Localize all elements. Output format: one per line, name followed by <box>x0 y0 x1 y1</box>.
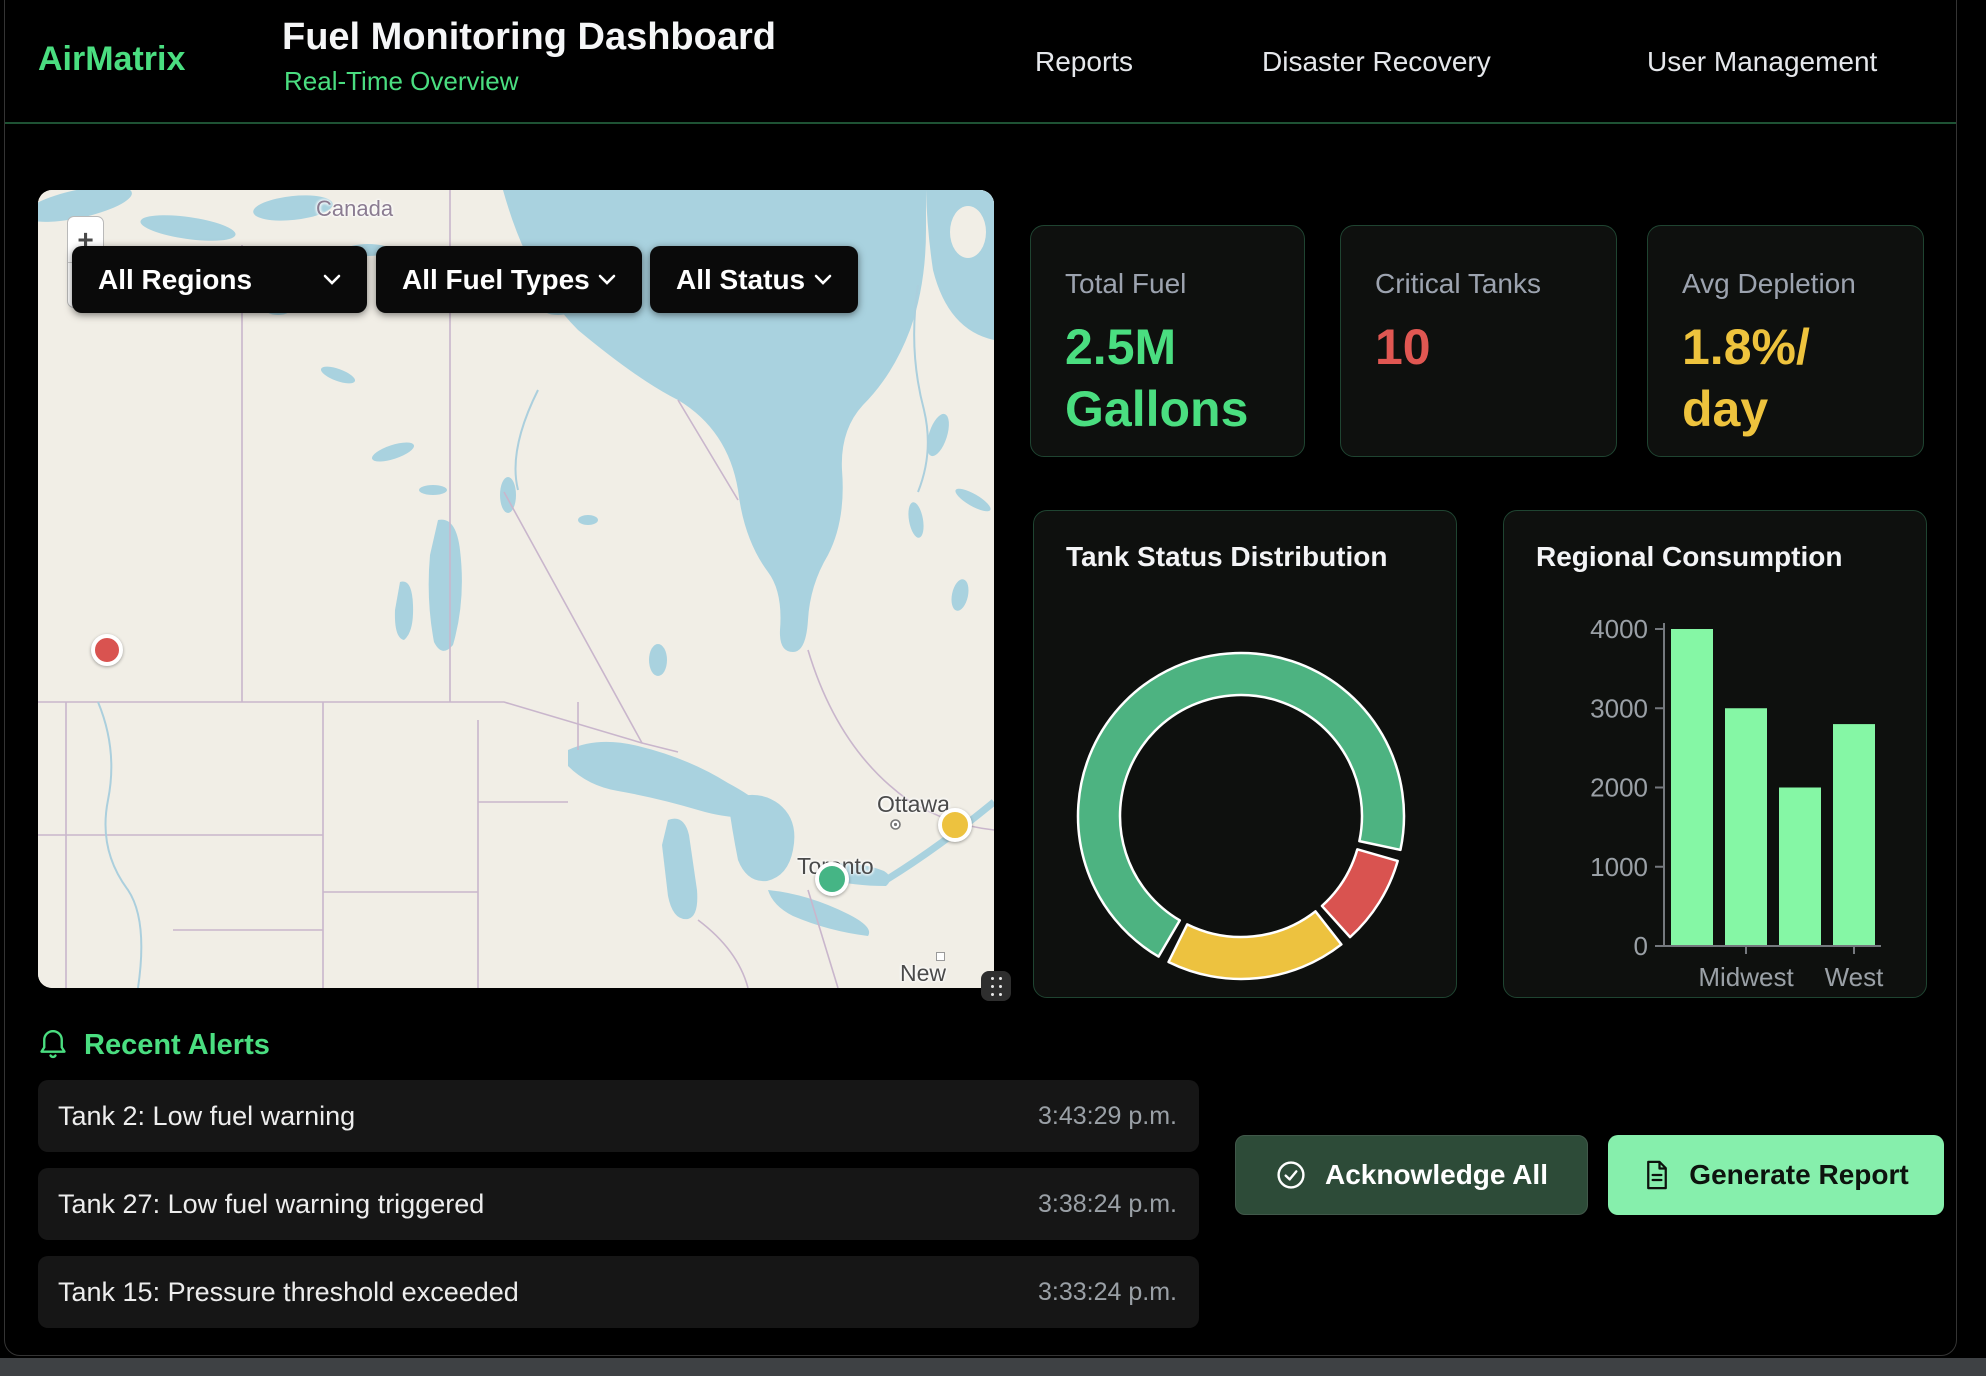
svg-text:0: 0 <box>1634 931 1648 961</box>
tank-status-donut-chart <box>1034 511 1458 999</box>
new-york-town-icon <box>936 952 945 961</box>
svg-text:2000: 2000 <box>1590 773 1648 803</box>
nav-user-management[interactable]: User Management <box>1647 46 1877 78</box>
chevron-down-icon <box>598 274 616 285</box>
alert-text: Tank 2: Low fuel warning <box>58 1101 355 1132</box>
kpi-value: 10 <box>1375 316 1616 378</box>
bell-icon <box>38 1026 68 1060</box>
status-filter-dropdown[interactable]: All Status <box>650 246 858 313</box>
regional-consumption-panel: Regional Consumption 0 1000 2000 3000 4000 Mi… <box>1503 510 1927 998</box>
kpi-label: Total Fuel <box>1065 268 1304 300</box>
kpi-critical-tanks: Critical Tanks 10 <box>1340 225 1617 457</box>
regional-consumption-bar-chart: 0 1000 2000 3000 4000 Midwest West <box>1504 511 1928 999</box>
kpi-label: Avg Depletion <box>1682 268 1923 300</box>
region-filter-value: All Regions <box>98 264 252 296</box>
tank-map[interactable]: Canada Ottawa Toronto New York + − All R… <box>38 190 994 988</box>
alert-text: Tank 15: Pressure threshold exceeded <box>58 1277 519 1308</box>
button-label: Acknowledge All <box>1325 1159 1548 1191</box>
svg-text:Midwest: Midwest <box>1698 962 1794 992</box>
alert-timestamp: 3:33:24 p.m. <box>1038 1278 1177 1307</box>
kpi-avg-depletion: Avg Depletion 1.8%/ day <box>1647 225 1924 457</box>
ottawa-town-icon <box>889 818 902 831</box>
kpi-total-fuel: Total Fuel 2.5M Gallons <box>1030 225 1305 457</box>
alert-timestamp: 3:38:24 p.m. <box>1038 1190 1177 1219</box>
region-filter-dropdown[interactable]: All Regions <box>72 246 367 313</box>
kpi-value: 1.8%/ day <box>1682 316 1923 440</box>
chevron-down-icon <box>323 274 341 285</box>
nav-reports[interactable]: Reports <box>1035 46 1133 78</box>
map-label-canada: Canada <box>316 196 393 222</box>
tank-marker-normal[interactable] <box>815 862 849 896</box>
svg-text:1000: 1000 <box>1590 852 1648 882</box>
kpi-value: 2.5M Gallons <box>1065 316 1304 440</box>
generate-report-button[interactable]: Generate Report <box>1608 1135 1944 1215</box>
tank-marker-warning[interactable] <box>938 808 972 842</box>
alert-row[interactable]: Tank 2: Low fuel warning 3:43:29 p.m. <box>38 1080 1199 1152</box>
tank-marker-critical[interactable] <box>91 634 123 666</box>
alert-text: Tank 27: Low fuel warning triggered <box>58 1189 484 1220</box>
alert-timestamp: 3:43:29 p.m. <box>1038 1102 1177 1131</box>
acknowledge-all-button[interactable]: Acknowledge All <box>1235 1135 1588 1215</box>
svg-text:4000: 4000 <box>1590 614 1648 644</box>
alert-row[interactable]: Tank 15: Pressure threshold exceeded 3:3… <box>38 1256 1199 1328</box>
alert-row[interactable]: Tank 27: Low fuel warning triggered 3:38… <box>38 1168 1199 1240</box>
app-logo: AirMatrix <box>38 40 185 79</box>
header-divider <box>4 122 1957 124</box>
svg-text:3000: 3000 <box>1590 693 1648 723</box>
nav-disaster-recovery[interactable]: Disaster Recovery <box>1262 46 1491 78</box>
map-label-ottawa: Ottawa <box>877 791 950 818</box>
page-title: Fuel Monitoring Dashboard <box>282 16 776 59</box>
panel-title: Tank Status Distribution <box>1066 541 1388 573</box>
kpi-label: Critical Tanks <box>1375 268 1616 300</box>
page-subtitle: Real-Time Overview <box>284 66 519 97</box>
map-resize-handle[interactable] <box>981 971 1011 1001</box>
map-label-new-york: New York <box>900 960 994 988</box>
circle-check-icon <box>1275 1159 1307 1191</box>
tank-status-panel: Tank Status Distribution <box>1033 510 1457 998</box>
status-filter-value: All Status <box>676 264 805 296</box>
chevron-down-icon <box>814 274 832 285</box>
panel-title: Regional Consumption <box>1536 541 1842 573</box>
report-document-icon <box>1643 1160 1671 1190</box>
fuel-type-filter-value: All Fuel Types <box>402 264 590 296</box>
window-bottom-bar <box>0 1358 1986 1376</box>
fuel-type-filter-dropdown[interactable]: All Fuel Types <box>376 246 642 313</box>
button-label: Generate Report <box>1689 1159 1908 1191</box>
svg-text:West: West <box>1825 962 1885 992</box>
alerts-section-title: Recent Alerts <box>84 1029 270 1062</box>
